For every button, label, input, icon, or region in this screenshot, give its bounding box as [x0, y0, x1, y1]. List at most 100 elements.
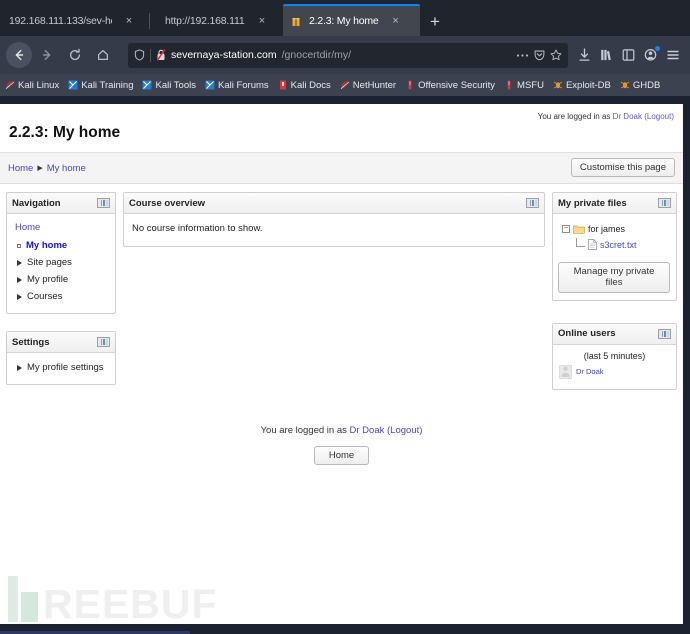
reload-icon[interactable]	[62, 42, 88, 68]
sidebar-item-my-profile-settings[interactable]: My profile settings	[13, 359, 109, 376]
sidebar-item-my-profile[interactable]: My profile	[13, 271, 109, 288]
online-user-link[interactable]: Dr Doak	[576, 367, 604, 376]
private-files-header: My private files	[553, 193, 676, 214]
block-title: Course overview	[129, 197, 206, 209]
manage-private-files-button[interactable]: Manage my private files	[558, 262, 670, 293]
bookmark-label: Kali Linux	[18, 79, 60, 91]
nav-item-label[interactable]: My home	[26, 240, 67, 251]
tree-branch-icon	[576, 238, 585, 247]
nav-root-home[interactable]: Home	[13, 220, 109, 237]
bookmark-kali-forums[interactable]: Kali Forums	[205, 80, 269, 91]
watermark-text: REEBUF	[43, 580, 218, 624]
sidebar-item-courses[interactable]: Courses	[13, 288, 109, 305]
breadcrumb-home[interactable]: Home	[8, 163, 33, 174]
home-button[interactable]: Home	[313, 445, 370, 466]
back-arrow-icon[interactable]	[6, 42, 32, 68]
moodle-icon	[292, 16, 303, 27]
tab-title: 192.168.111.133/sev-home/	[9, 15, 112, 27]
bookmark-label: MSFU	[517, 79, 544, 91]
chevron-right-icon[interactable]	[17, 293, 22, 300]
url-path: /gnocertdir/my/	[281, 49, 352, 61]
left-column: Navigation Home My home Site pages My pr…	[6, 192, 116, 394]
nav-item-label[interactable]: Site pages	[27, 257, 72, 268]
tab-title: http://192.168.111.133/termi	[165, 15, 245, 27]
course-overview-text: No course information to show.	[132, 223, 263, 234]
kali-blue-icon	[205, 80, 215, 90]
bookmark-kali-training[interactable]: Kali Training	[68, 80, 133, 91]
kali-dragon-icon	[340, 80, 350, 90]
url-bar[interactable]: severnaya-station.com/gnocertdir/my/	[128, 42, 568, 68]
block-title: My private files	[558, 197, 627, 209]
broken-lock-icon[interactable]	[156, 49, 166, 61]
customise-this-page-button[interactable]: Customise this page	[570, 158, 675, 178]
bookmark-kali-linux[interactable]: Kali Linux	[5, 80, 59, 91]
private-files-body: − for james s3cret.txt Manage my private…	[553, 214, 676, 300]
freebuf-watermark: REEBUF	[8, 576, 218, 624]
breadcrumb-current: My home	[46, 162, 86, 174]
bookmark-label: Kali Forums	[217, 79, 269, 91]
file-link[interactable]: s3cret.txt	[600, 240, 637, 250]
tab-close-icon[interactable]: ×	[389, 15, 403, 27]
bookmark-nethunter[interactable]: NetHunter	[340, 80, 396, 91]
new-tab-button[interactable]: +	[420, 13, 450, 30]
bookmark-ghdb[interactable]: GHDB	[620, 80, 660, 91]
dock-block-icon[interactable]	[97, 337, 110, 347]
account-icon[interactable]	[644, 46, 660, 62]
footer-logout-link[interactable]: (Logout)	[387, 425, 422, 436]
footer-login-info: You are logged in as Dr Doak (Logout)	[0, 425, 683, 436]
nav-root-label: Home	[15, 222, 41, 233]
login-prefix: You are logged in as	[537, 112, 611, 121]
browser-tab-2[interactable]: http://192.168.111.133/termi ×	[150, 6, 283, 36]
exploitdb-icon	[620, 80, 630, 90]
tab-close-icon[interactable]: ×	[255, 15, 269, 27]
nav-item-label[interactable]: My profile	[27, 274, 68, 285]
dock-block-icon[interactable]	[658, 328, 671, 339]
menu-icon[interactable]	[666, 48, 680, 62]
star-icon[interactable]	[550, 49, 562, 61]
library-icon[interactable]	[600, 48, 613, 62]
navigation-block: Navigation Home My home Site pages My pr…	[6, 192, 116, 314]
bookmark-kali-docs[interactable]: Kali Docs	[278, 80, 331, 91]
nav-item-label[interactable]: My profile settings	[27, 362, 104, 373]
login-user-link[interactable]: Dr Doak	[613, 112, 642, 121]
shield-icon[interactable]	[134, 49, 145, 61]
browser-tab-1[interactable]: 192.168.111.133/sev-home/ ×	[0, 6, 150, 36]
collapse-minus-icon[interactable]: −	[562, 225, 570, 233]
browser-toolbar-icons	[578, 46, 684, 62]
forward-arrow-icon[interactable]	[34, 42, 60, 68]
private-files-block: My private files − for james s3cret.txt …	[552, 192, 677, 301]
logout-link[interactable]: (Logout)	[644, 112, 674, 121]
bookmark-msfu[interactable]: MSFU	[504, 80, 544, 91]
bookmark-kali-tools[interactable]: Kali Tools	[142, 80, 196, 91]
ellipsis-icon[interactable]	[516, 53, 529, 58]
chevron-right-icon[interactable]	[17, 259, 22, 266]
online-user-row[interactable]: Dr Doak	[559, 364, 670, 379]
tree-row-folder[interactable]: − for james	[562, 222, 668, 236]
tab-close-icon[interactable]: ×	[122, 15, 136, 27]
footer-user-link[interactable]: Dr Doak	[350, 425, 385, 436]
course-overview-header: Course overview	[124, 193, 544, 214]
block-title: Settings	[12, 336, 50, 348]
page-viewport: 2.2.3: My home You are logged in as Dr D…	[0, 104, 690, 624]
sidebar-icon[interactable]	[622, 48, 635, 62]
browser-tab-3-active[interactable]: 2.2.3: My home ×	[283, 4, 420, 36]
nav-item-label[interactable]: Courses	[27, 291, 62, 302]
dock-block-icon[interactable]	[97, 198, 110, 208]
dock-block-icon[interactable]	[526, 198, 539, 208]
dock-block-icon[interactable]	[658, 198, 671, 208]
chevron-right-icon[interactable]	[17, 276, 22, 283]
sidebar-item-my-home[interactable]: My home	[13, 237, 109, 254]
bookmark-label: Exploit-DB	[565, 79, 611, 91]
sidebar-item-site-pages[interactable]: Site pages	[13, 254, 109, 271]
home-icon[interactable]	[90, 42, 116, 68]
tree-row-file[interactable]: s3cret.txt	[562, 236, 668, 253]
kali-doc-icon	[278, 80, 288, 90]
url-divider	[150, 48, 151, 62]
bookmark-exploit-db[interactable]: Exploit-DB	[553, 80, 611, 91]
moodle-page: 2.2.3: My home You are logged in as Dr D…	[0, 104, 683, 624]
pocket-icon[interactable]	[534, 49, 545, 61]
bookmark-offensive-security[interactable]: Offensive Security	[405, 80, 495, 91]
chevron-right-icon[interactable]	[17, 364, 22, 371]
downloads-icon[interactable]	[578, 48, 591, 62]
watermark-bar-right	[21, 592, 38, 622]
